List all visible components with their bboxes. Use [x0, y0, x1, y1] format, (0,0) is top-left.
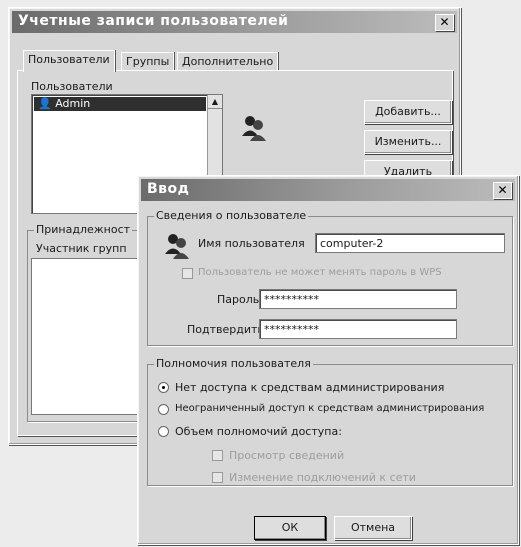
- input-dialog-titlebar[interactable]: Ввод ✕: [141, 179, 515, 201]
- dialog-title: Ввод: [147, 181, 190, 197]
- custom-access-label: Объем полномочий доступа:: [175, 425, 342, 438]
- no-admin-access-label: Нет доступа к средствам администрировани…: [175, 381, 445, 394]
- membership-legend: Принадлежност: [34, 223, 133, 236]
- view-info-checkbox[interactable]: [212, 450, 223, 461]
- user-small-icon: 👤: [38, 97, 52, 110]
- no-admin-access-radio[interactable]: [158, 382, 169, 393]
- ok-button[interactable]: ОК: [254, 516, 326, 540]
- tab-users[interactable]: Пользователи: [23, 50, 115, 72]
- list-item[interactable]: 👤 Admin: [34, 97, 206, 111]
- edit-button-label: Изменить...: [374, 135, 442, 148]
- username-label: Имя пользователя: [198, 237, 305, 250]
- tab-groups-label: Группы: [126, 55, 170, 68]
- password-label: Пароль: [217, 293, 260, 306]
- edit-button[interactable]: Изменить...: [364, 130, 452, 154]
- users-label: Пользователи: [31, 80, 113, 93]
- scroll-up-icon[interactable]: ▲: [208, 95, 222, 109]
- ok-button-label: ОК: [281, 521, 299, 534]
- username-field[interactable]: computer-2: [315, 233, 505, 253]
- cancel-button[interactable]: Отмена: [334, 516, 412, 540]
- tab-advanced-label: Дополнительно: [182, 55, 274, 68]
- change-network-checkbox[interactable]: [212, 472, 223, 483]
- group-member-label: Участник групп: [36, 242, 127, 255]
- close-icon[interactable]: ✕: [493, 182, 512, 199]
- user-name: Admin: [55, 97, 91, 110]
- add-button[interactable]: Добавить...: [364, 100, 452, 124]
- user-icon: [165, 234, 189, 259]
- user-info-legend: Сведения о пользователе: [154, 209, 309, 222]
- cannot-change-password-label: Пользователь не может менять пароль в WP…: [198, 267, 442, 278]
- window-title: Учетные записи пользователей: [18, 13, 289, 29]
- confirm-field[interactable]: **********: [259, 319, 457, 339]
- unlimited-admin-access-label: Неограниченный доступ к средствам админи…: [175, 403, 485, 414]
- close-icon[interactable]: ✕: [435, 14, 454, 31]
- tab-users-label: Пользователи: [28, 53, 110, 66]
- user-accounts-titlebar[interactable]: Учетные записи пользователей ✕: [12, 11, 457, 33]
- cancel-button-label: Отмена: [350, 521, 396, 534]
- confirm-label: Подтвердить: [187, 323, 264, 336]
- custom-access-radio[interactable]: [158, 426, 169, 437]
- users-group-icon: [242, 116, 266, 141]
- add-button-label: Добавить...: [375, 105, 441, 118]
- screen: { "back_window": { "title": "Учетные зап…: [0, 0, 521, 547]
- cannot-change-password-checkbox[interactable]: [182, 268, 193, 279]
- tab-advanced[interactable]: Дополнительно: [177, 52, 279, 71]
- view-info-label: Просмотр сведений: [229, 449, 345, 462]
- tab-groups[interactable]: Группы: [121, 52, 175, 71]
- password-field[interactable]: **********: [259, 289, 457, 309]
- change-network-label: Изменение подключений к сети: [229, 471, 416, 484]
- unlimited-admin-access-radio[interactable]: [158, 404, 169, 415]
- input-dialog: Ввод ✕ Сведения о пользователе Имя польз…: [137, 175, 519, 545]
- permissions-legend: Полномочия пользователя: [154, 357, 313, 370]
